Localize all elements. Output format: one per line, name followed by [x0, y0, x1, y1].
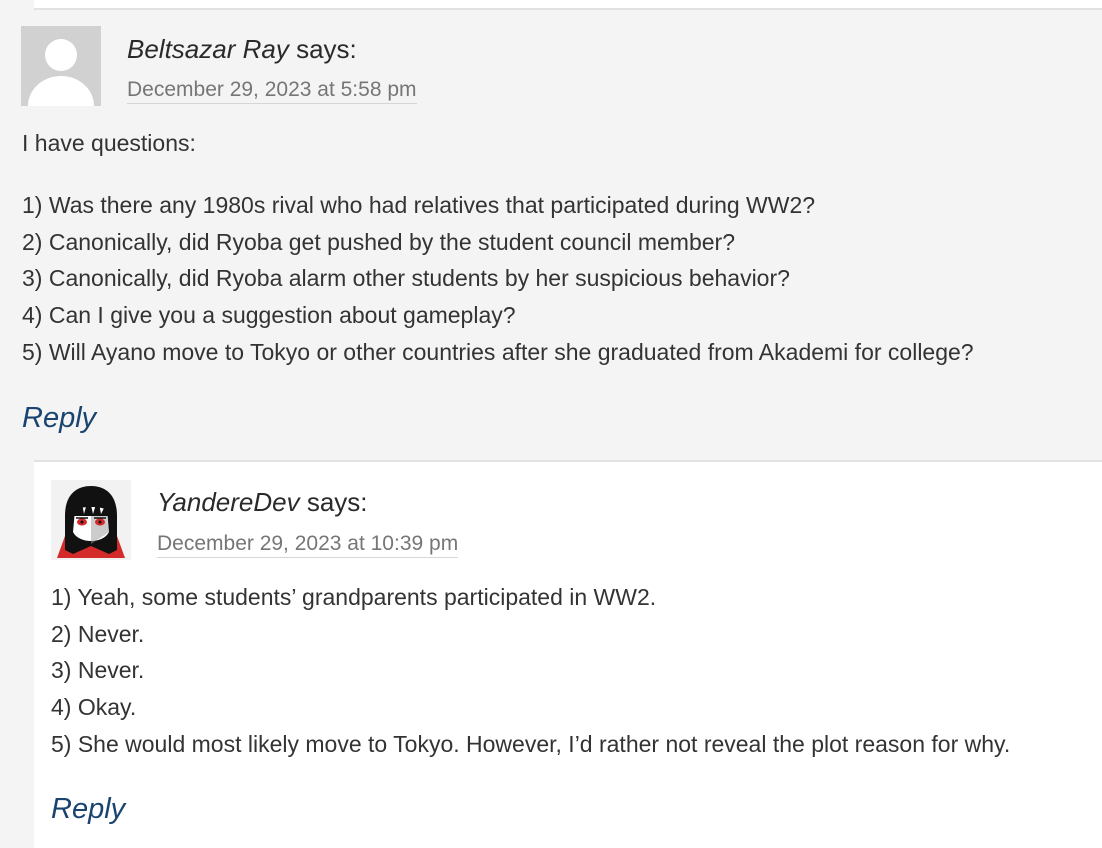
comment-text-line: 4) Can I give you a suggestion about gam…: [22, 302, 516, 329]
says-label: says:: [306, 487, 368, 517]
says-label: says:: [296, 34, 357, 64]
comment-text-line: I have questions:: [22, 130, 196, 156]
default-avatar-icon: [21, 26, 101, 106]
comment-text-line: 2) Canonically, did Ryoba get pushed by …: [22, 228, 735, 255]
comment-date-link[interactable]: December 29, 2023 at 10:39 pm: [157, 531, 459, 558]
comment-text-line: 4) Okay.: [51, 694, 137, 721]
comment-answer-list: 1) Yeah, some students’ grandparents par…: [51, 579, 1010, 763]
comment-intro: I have questions:: [22, 125, 196, 162]
comment-text-line: 5) She would most likely move to Tokyo. …: [51, 730, 1011, 757]
comment-text-line: 3) Canonically, did Ryoba alarm other st…: [22, 265, 790, 292]
comment-date-link[interactable]: December 29, 2023 at 5:58 pm: [127, 77, 417, 104]
comment-beltsazar-ray: Beltsazar Ray says: December 29, 2023 at…: [0, 10, 1102, 460]
comment-author: Beltsazar Ray says:: [127, 34, 357, 64]
author-name: YandereDev: [157, 487, 300, 517]
comment-yanderedev: YandereDev says: December 29, 2023 at 10…: [34, 460, 1102, 848]
comment-text-line: 5) Will Ayano move to Tokyo or other cou…: [22, 338, 974, 365]
comment-text-line: 3) Never.: [51, 657, 145, 684]
previous-comment-edge: [34, 0, 1102, 10]
reply-button[interactable]: Reply: [51, 792, 125, 826]
comment-text-line: 1) Was there any 1980s rival who had rel…: [22, 192, 816, 218]
comment-text-line: 1) Yeah, some students’ grandparents par…: [51, 584, 657, 610]
comment-text-line: 2) Never.: [51, 620, 145, 647]
comment-author: YandereDev says:: [157, 487, 368, 517]
author-name: Beltsazar Ray: [127, 34, 289, 64]
reply-button[interactable]: Reply: [22, 401, 96, 435]
anime-avatar-icon: [51, 480, 131, 560]
comment-question-list: 1) Was there any 1980s rival who had rel…: [22, 187, 974, 371]
